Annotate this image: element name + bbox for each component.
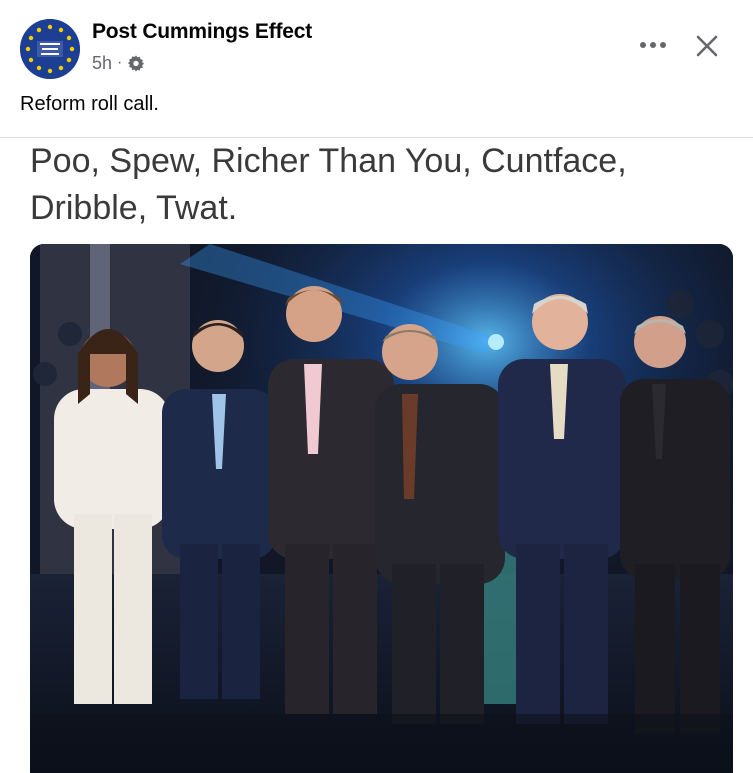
post-time[interactable]: 5h: [92, 53, 112, 74]
post-text: Reform roll call.: [20, 93, 159, 115]
meta-separator: ·: [117, 54, 123, 71]
group-photo: [30, 244, 733, 773]
caption-line-1: Poo, Spew, Richer Than You, Cuntface,: [30, 142, 627, 180]
page-avatar[interactable]: [20, 19, 80, 79]
post-meta: 5h ·: [92, 52, 145, 74]
close-icon[interactable]: [694, 33, 720, 59]
shared-image[interactable]: Poo, Spew, Richer Than You, Cuntface, Dr…: [0, 138, 753, 773]
more-options-icon[interactable]: [640, 38, 666, 52]
post-header: Post Cummings Effect 5h · Reform roll ca…: [0, 0, 753, 138]
author-name[interactable]: Post Cummings Effect: [92, 20, 312, 44]
caption-line-2: Dribble, Twat.: [30, 189, 238, 227]
eu-stars-logo-icon: [20, 19, 80, 79]
meme-caption: Poo, Spew, Richer Than You, Cuntface, Dr…: [30, 138, 720, 232]
gear-icon[interactable]: [127, 54, 145, 72]
